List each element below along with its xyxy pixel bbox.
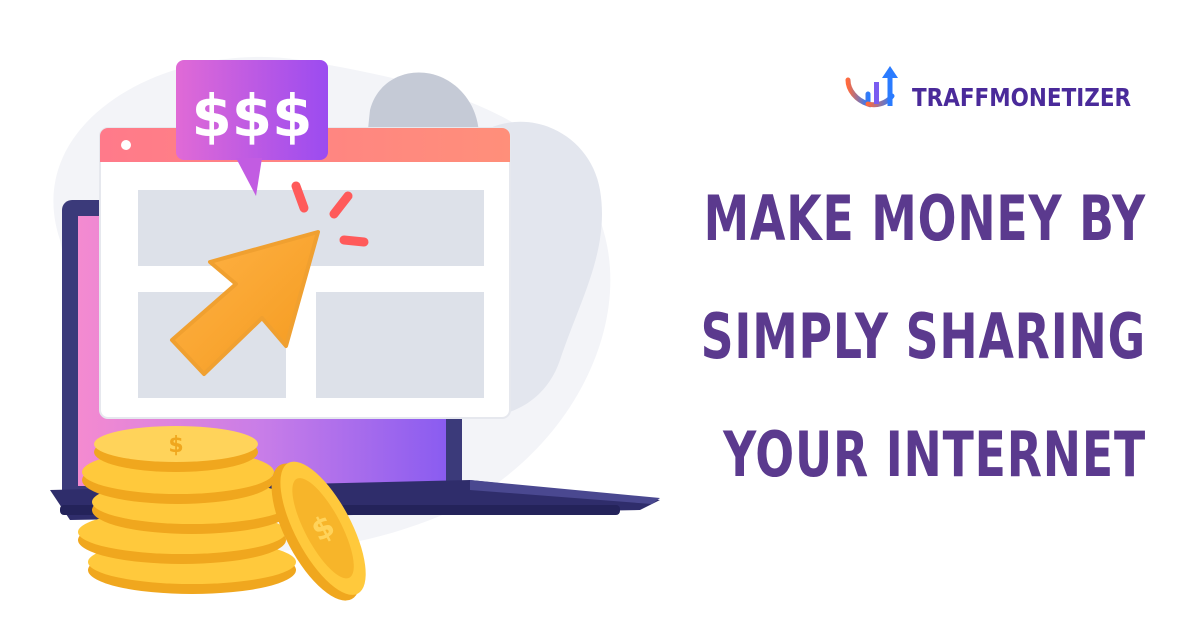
brand-logo[interactable]: TRAFFMONETIZER — [842, 60, 1162, 122]
bubble-text: $$$ — [191, 82, 312, 150]
headline-line-3: YOUR INTERNET — [723, 418, 1146, 491]
headline: MAKE MONEY BY SIMPLY SHARING YOUR INTERN… — [600, 160, 1146, 514]
svg-text:$: $ — [168, 433, 183, 458]
headline-line-2: SIMPLY SHARING — [700, 300, 1146, 373]
headline-line-1: MAKE MONEY BY — [703, 182, 1146, 255]
hero-illustration: $$$ $ $ — [50, 56, 660, 601]
chart-arrow-logo-icon — [845, 66, 898, 108]
brand-name: TRAFFMONETIZER — [912, 82, 1132, 112]
